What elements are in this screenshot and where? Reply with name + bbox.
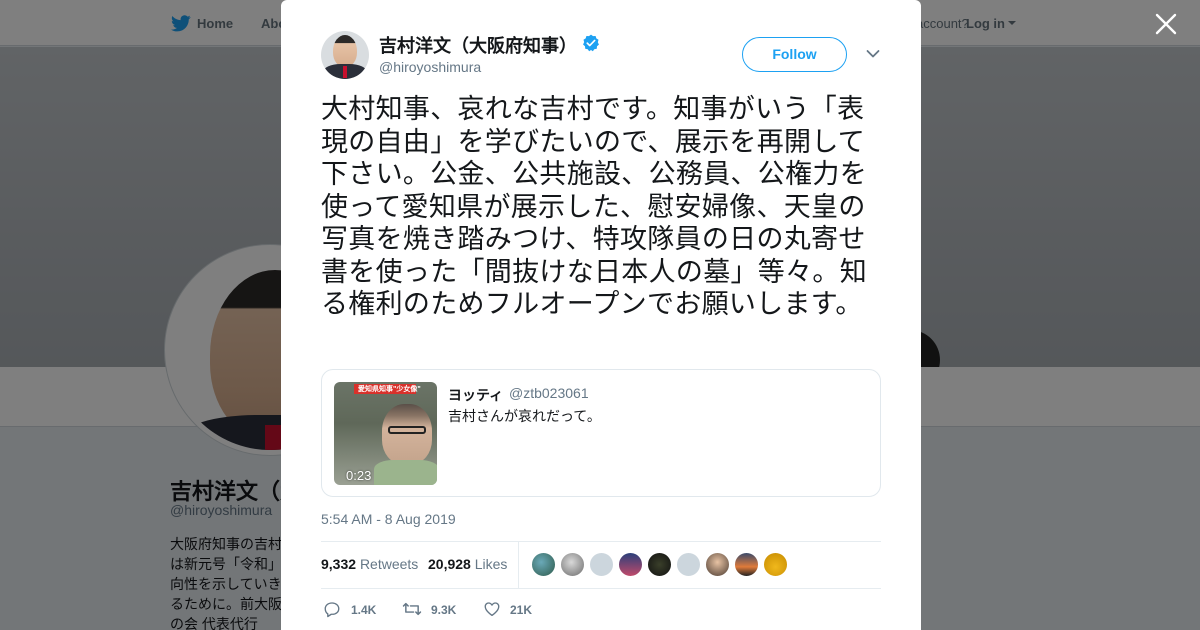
stats-separator xyxy=(518,542,519,588)
liker-avatar[interactable] xyxy=(734,552,759,577)
liker-avatar[interactable] xyxy=(763,552,788,577)
liker-avatar[interactable] xyxy=(531,552,556,577)
liker-avatar[interactable] xyxy=(647,552,672,577)
follow-button[interactable]: Follow xyxy=(742,37,847,72)
liker-avatar[interactable] xyxy=(618,552,643,577)
tweet-timestamp[interactable]: 5:54 AM - 8 Aug 2019 xyxy=(321,511,456,527)
likes-stat[interactable]: 20,928 Likes xyxy=(428,556,507,572)
liker-avatar[interactable] xyxy=(705,552,730,577)
thumbnail-caption: 愛知県知事"少女像" xyxy=(358,386,421,393)
quoted-tweet-text: 吉村さんが哀れだって。 xyxy=(448,408,601,424)
quoted-author-name: ヨッティ xyxy=(448,387,504,403)
liker-avatar[interactable] xyxy=(589,552,614,577)
retweet-button[interactable]: 9.3K xyxy=(402,600,472,620)
tweet-modal: 吉村洋文（大阪府知事） @hiroyoshimura Follow 大村知事、哀… xyxy=(281,0,921,630)
likes-label: Likes xyxy=(474,556,508,572)
quoted-video-thumbnail[interactable]: 愛知県知事"少女像" 0:23 xyxy=(334,382,437,485)
like-icon xyxy=(484,602,500,617)
reply-icon xyxy=(324,602,340,618)
video-duration: 0:23 xyxy=(346,468,372,483)
like-count: 21K xyxy=(510,603,533,617)
tweet-text: 大村知事、哀れな吉村です。知事がいう「表現の自由」を学びたいので、展示を再開して… xyxy=(321,94,867,319)
reply-count: 1.4K xyxy=(351,603,377,617)
author-avatar[interactable] xyxy=(321,31,369,79)
retweet-icon xyxy=(402,602,422,616)
divider xyxy=(321,541,881,542)
retweet-count: 9.3K xyxy=(431,603,457,617)
author-name[interactable]: 吉村洋文（大阪府知事） xyxy=(379,32,577,58)
chevron-down-icon[interactable] xyxy=(866,49,880,59)
author-handle[interactable]: @hiroyoshimura xyxy=(379,59,481,75)
close-icon[interactable] xyxy=(1154,12,1178,36)
quoted-tweet-card[interactable]: 愛知県知事"少女像" 0:23 ヨッティ @ztb023061 吉村さんが哀れだ… xyxy=(321,369,881,497)
retweets-count: 9,332 xyxy=(321,556,357,572)
retweets-label: Retweets xyxy=(359,556,419,572)
quoted-author-handle: @ztb023061 xyxy=(509,385,589,401)
reply-button[interactable]: 1.4K xyxy=(323,600,383,620)
retweets-stat[interactable]: 9,332 Retweets xyxy=(321,556,418,572)
liker-avatar[interactable] xyxy=(560,552,585,577)
divider xyxy=(321,588,881,589)
liker-avatar[interactable] xyxy=(676,552,701,577)
likes-count: 20,928 xyxy=(428,556,471,572)
like-button[interactable]: 21K xyxy=(483,600,543,620)
verified-badge-icon xyxy=(583,34,599,52)
